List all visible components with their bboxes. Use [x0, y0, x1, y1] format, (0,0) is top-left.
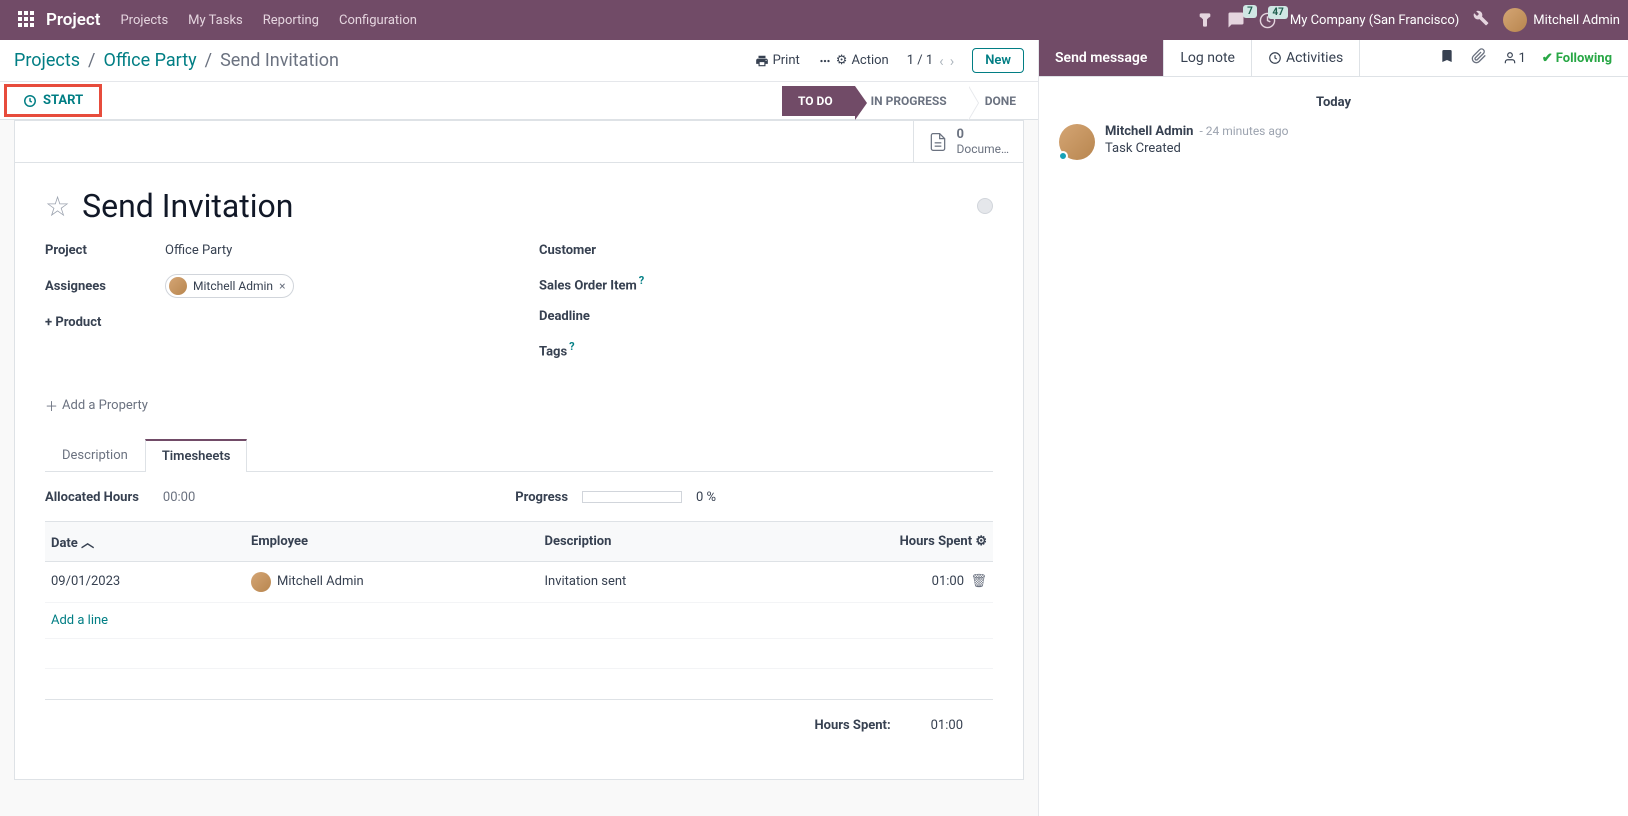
status-todo[interactable]: TO DO	[782, 86, 855, 116]
pager: 1 / 1 ‹ ›	[907, 52, 954, 70]
tab-description[interactable]: Description	[45, 439, 145, 471]
start-button[interactable]: START	[4, 84, 102, 117]
field-assignees[interactable]: Mitchell Admin ×	[165, 274, 294, 299]
check-icon: ✔	[1542, 51, 1553, 66]
label-soi: Sales Order Item?	[539, 274, 659, 293]
help-icon[interactable]: ?	[639, 274, 644, 287]
timesheet-table: Date ︿ Employee Description Hours Spent …	[45, 521, 993, 669]
activities-button[interactable]: Activities	[1252, 40, 1360, 76]
company-switcher[interactable]: My Company (San Francisco)	[1290, 13, 1459, 28]
control-panel-top: Projects / Office Party / Send Invitatio…	[0, 40, 1038, 82]
kanban-state-icon[interactable]	[977, 198, 993, 214]
tab-content-timesheets: Allocated Hours 00:00 Progress 0 % Da	[45, 472, 993, 769]
cell-description[interactable]: Invitation sent	[539, 561, 760, 602]
table-row[interactable]: 09/01/2023 Mitchell Admin Invitation sen…	[45, 561, 993, 602]
cell-date[interactable]: 09/01/2023	[45, 561, 245, 602]
plus-icon: ＋	[45, 396, 58, 415]
remove-assignee-icon[interactable]: ×	[279, 279, 285, 293]
top-nav: Project Projects My Tasks Reporting Conf…	[0, 0, 1628, 40]
assignee-tag[interactable]: Mitchell Admin ×	[165, 274, 294, 298]
label-project: Project	[45, 243, 165, 258]
th-date[interactable]: Date ︿	[45, 521, 245, 561]
status-inprogress[interactable]: IN PROGRESS	[855, 86, 969, 116]
label-product[interactable]: + Product	[45, 315, 165, 330]
messages-badge: 7	[1243, 5, 1257, 18]
breadcrumb-projects[interactable]: Projects	[14, 50, 80, 71]
nav-projects[interactable]: Projects	[120, 13, 168, 28]
breadcrumb: Projects / Office Party / Send Invitatio…	[14, 50, 339, 71]
tab-timesheets[interactable]: Timesheets	[145, 439, 248, 472]
app-brand[interactable]: Project	[46, 10, 100, 30]
activities-badge: 47	[1268, 6, 1287, 19]
user-menu[interactable]: Mitchell Admin	[1503, 8, 1620, 32]
avatar-icon	[169, 277, 187, 295]
user-name: Mitchell Admin	[1533, 13, 1620, 28]
field-project[interactable]: Office Party	[165, 243, 232, 258]
form-sheet: 0 Docume… ☆ Send Invitation Project Offi…	[14, 120, 1024, 780]
cell-employee[interactable]: Mitchell Admin	[245, 561, 539, 602]
following-button[interactable]: ✔ Following	[1542, 51, 1612, 66]
label-customer: Customer	[539, 243, 659, 258]
th-hours[interactable]: Hours Spent ⚙	[759, 521, 993, 561]
avatar-icon	[251, 572, 271, 592]
add-line-button[interactable]: Add a line	[51, 613, 108, 628]
print-button[interactable]: Print	[755, 53, 800, 68]
msg-body: Task Created	[1105, 141, 1288, 156]
label-allocated-hours: Allocated Hours	[45, 490, 139, 505]
breadcrumb-current: Send Invitation	[220, 50, 339, 71]
label-deadline: Deadline	[539, 309, 659, 324]
msg-time: - 24 minutes ago	[1199, 124, 1288, 138]
send-message-button[interactable]: Send message	[1039, 40, 1164, 76]
bookmark-icon[interactable]	[1439, 48, 1455, 68]
status-done[interactable]: DONE	[969, 86, 1038, 116]
priority-star-icon[interactable]: ☆	[45, 190, 70, 223]
nav-reporting[interactable]: Reporting	[263, 13, 319, 28]
total-hours-value: 01:00	[931, 718, 963, 733]
chatter-date-separator: Today	[1059, 95, 1608, 110]
msg-author[interactable]: Mitchell Admin	[1105, 124, 1193, 139]
field-allocated-hours[interactable]: 00:00	[163, 490, 195, 505]
adjust-icon[interactable]: ⚙	[975, 534, 987, 549]
avatar-icon	[1503, 8, 1527, 32]
voip-icon[interactable]	[1197, 12, 1213, 28]
log-note-button[interactable]: Log note	[1164, 40, 1252, 76]
label-progress: Progress	[515, 490, 568, 505]
total-hours-label: Hours Spent:	[814, 718, 890, 733]
th-employee[interactable]: Employee	[245, 521, 539, 561]
status-bar: TO DO IN PROGRESS DONE	[782, 86, 1038, 116]
new-button[interactable]: New	[972, 48, 1024, 73]
nav-mytasks[interactable]: My Tasks	[188, 13, 243, 28]
task-title[interactable]: Send Invitation	[82, 187, 293, 225]
cell-hours[interactable]: 01:00 🗑	[759, 561, 993, 602]
th-description[interactable]: Description	[539, 521, 760, 561]
progress-value: 0 %	[696, 490, 716, 505]
delete-row-icon[interactable]: 🗑	[970, 574, 987, 589]
add-property-button[interactable]: ＋ Add a Property	[45, 396, 993, 415]
table-row-addline[interactable]: Add a line	[45, 602, 993, 638]
label-tags: Tags?	[539, 340, 659, 359]
help-icon[interactable]: ?	[569, 340, 574, 353]
followers-button[interactable]: 1	[1503, 51, 1526, 66]
chatter: Send message Log note Activities 1 ✔	[1038, 40, 1628, 816]
action-button[interactable]: ⚙ Action	[818, 53, 889, 68]
presence-dot-icon	[1058, 151, 1068, 161]
activities-icon[interactable]: 47	[1259, 12, 1276, 29]
attach-icon[interactable]	[1471, 48, 1487, 68]
chatter-message: Mitchell Admin - 24 minutes ago Task Cre…	[1059, 124, 1608, 160]
pager-next-icon[interactable]: ›	[950, 52, 955, 70]
label-assignees: Assignees	[45, 279, 165, 294]
breadcrumb-office-party[interactable]: Office Party	[103, 50, 196, 71]
apps-icon[interactable]	[18, 11, 36, 29]
debug-icon[interactable]	[1473, 10, 1489, 30]
control-panel-bottom: START TO DO IN PROGRESS DONE	[0, 82, 1038, 120]
documents-button[interactable]: 0 Docume…	[913, 121, 1023, 162]
nav-configuration[interactable]: Configuration	[339, 13, 417, 28]
progress-bar	[582, 491, 682, 503]
pager-prev-icon[interactable]: ‹	[939, 52, 944, 70]
sort-asc-icon[interactable]: ︿	[81, 536, 94, 551]
messages-icon[interactable]: 7	[1227, 11, 1245, 29]
notebook-tabs: Description Timesheets	[45, 439, 993, 472]
